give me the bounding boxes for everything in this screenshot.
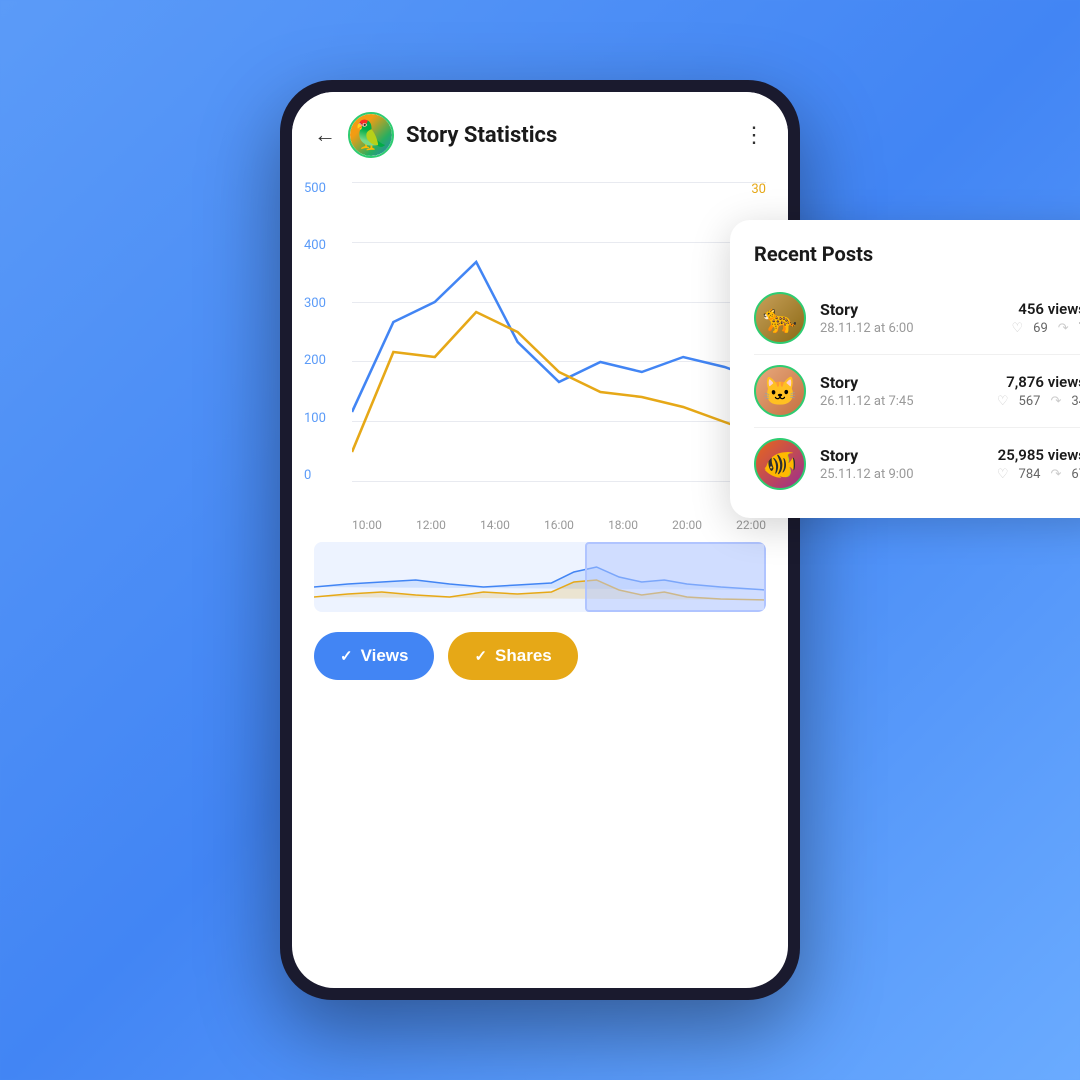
- post-engagement-1: ♡ 69 ↷ 7: [1012, 321, 1080, 336]
- post-item-1[interactable]: 🐆 Story 28.11.12 at 6:00 456 views ♡ 69 …: [754, 282, 1080, 355]
- x-label-20: 20:00: [672, 518, 702, 532]
- likes-count-3: 784: [1019, 467, 1041, 482]
- mini-chart-navigator[interactable]: [314, 542, 766, 612]
- chart-area: 500 400 300 200 100 0 30 0: [292, 172, 788, 988]
- recent-posts-title: Recent Posts: [754, 242, 1080, 266]
- likes-count-1: 69: [1033, 321, 1048, 336]
- y-label-500: 500: [304, 182, 326, 195]
- post-info-1: Story 28.11.12 at 6:00: [820, 300, 998, 336]
- post-date-1: 28.11.12 at 6:00: [820, 321, 998, 336]
- post-info-3: Story 25.11.12 at 9:00: [820, 446, 983, 482]
- y-label-300: 300: [304, 297, 326, 310]
- x-label-14: 14:00: [480, 518, 510, 532]
- y-axis-left: 500 400 300 200 100 0: [304, 182, 326, 482]
- shares-count-3: 67: [1071, 467, 1080, 482]
- y-label-400: 400: [304, 239, 326, 252]
- filter-buttons: ✓ Views ✓ Shares: [292, 622, 788, 706]
- phone-screen: ← Story Statistics ⋮ 500 400 300 200 100…: [292, 92, 788, 988]
- x-label-22: 22:00: [736, 518, 766, 532]
- post-avatar-3: 🐠: [754, 438, 806, 490]
- parrot-avatar-image: [350, 114, 392, 156]
- post-views-count-1: 456 views: [1012, 300, 1080, 318]
- post-engagement-3: ♡ 784 ↷ 67: [997, 467, 1080, 482]
- post-item-3[interactable]: 🐠 Story 25.11.12 at 9:00 25,985 views ♡ …: [754, 428, 1080, 500]
- main-chart: 500 400 300 200 100 0 30 0: [292, 172, 788, 512]
- post-name-2: Story: [820, 373, 983, 392]
- likes-count-2: 567: [1019, 394, 1041, 409]
- post-views-count-2: 7,876 views: [997, 373, 1080, 391]
- post-name-1: Story: [820, 300, 998, 319]
- y-label-100: 100: [304, 412, 326, 425]
- x-label-18: 18:00: [608, 518, 638, 532]
- views-check-icon: ✓: [340, 647, 353, 665]
- post-engagement-2: ♡ 567 ↷ 34: [997, 394, 1080, 409]
- chart-svg: [352, 182, 766, 482]
- phone-device: ← Story Statistics ⋮ 500 400 300 200 100…: [280, 80, 800, 1000]
- heart-icon-1: ♡: [1012, 321, 1024, 336]
- profile-avatar: [348, 112, 394, 158]
- x-label-10: 10:00: [352, 518, 382, 532]
- chart-selection-handle[interactable]: [585, 542, 766, 612]
- heart-icon-2: ♡: [997, 394, 1009, 409]
- post-date-3: 25.11.12 at 9:00: [820, 467, 983, 482]
- post-name-3: Story: [820, 446, 983, 465]
- share-icon-3: ↷: [1050, 467, 1061, 482]
- back-button[interactable]: ←: [314, 122, 336, 148]
- share-icon-1: ↷: [1058, 321, 1069, 336]
- x-label-12: 12:00: [416, 518, 446, 532]
- post-stats-1: 456 views ♡ 69 ↷ 7: [1012, 300, 1080, 336]
- post-date-2: 26.11.12 at 7:45: [820, 394, 983, 409]
- heart-icon-3: ♡: [997, 467, 1009, 482]
- shares-button-label: Shares: [495, 646, 552, 666]
- shares-check-icon: ✓: [474, 647, 487, 665]
- post-views-count-3: 25,985 views: [997, 446, 1080, 464]
- page-title: Story Statistics: [406, 123, 731, 148]
- app-header: ← Story Statistics ⋮: [292, 92, 788, 172]
- y-label-0: 0: [304, 469, 326, 482]
- more-options-button[interactable]: ⋮: [743, 123, 766, 148]
- post-stats-2: 7,876 views ♡ 567 ↷ 34: [997, 373, 1080, 409]
- y-label-200: 200: [304, 354, 326, 367]
- post-info-2: Story 26.11.12 at 7:45: [820, 373, 983, 409]
- x-axis-labels: 10:00 12:00 14:00 16:00 18:00 20:00 22:0…: [292, 512, 788, 538]
- shares-filter-button[interactable]: ✓ Shares: [448, 632, 577, 680]
- post-avatar-1: 🐆: [754, 292, 806, 344]
- post-stats-3: 25,985 views ♡ 784 ↷ 67: [997, 446, 1080, 482]
- post-avatar-2: 🐱: [754, 365, 806, 417]
- shares-count-2: 34: [1071, 394, 1080, 409]
- views-button-label: Views: [361, 646, 409, 666]
- x-label-16: 16:00: [544, 518, 574, 532]
- share-icon-2: ↷: [1050, 394, 1061, 409]
- views-filter-button[interactable]: ✓ Views: [314, 632, 434, 680]
- post-item-2[interactable]: 🐱 Story 26.11.12 at 7:45 7,876 views ♡ 5…: [754, 355, 1080, 428]
- recent-posts-card: Recent Posts 🐆 Story 28.11.12 at 6:00 45…: [730, 220, 1080, 518]
